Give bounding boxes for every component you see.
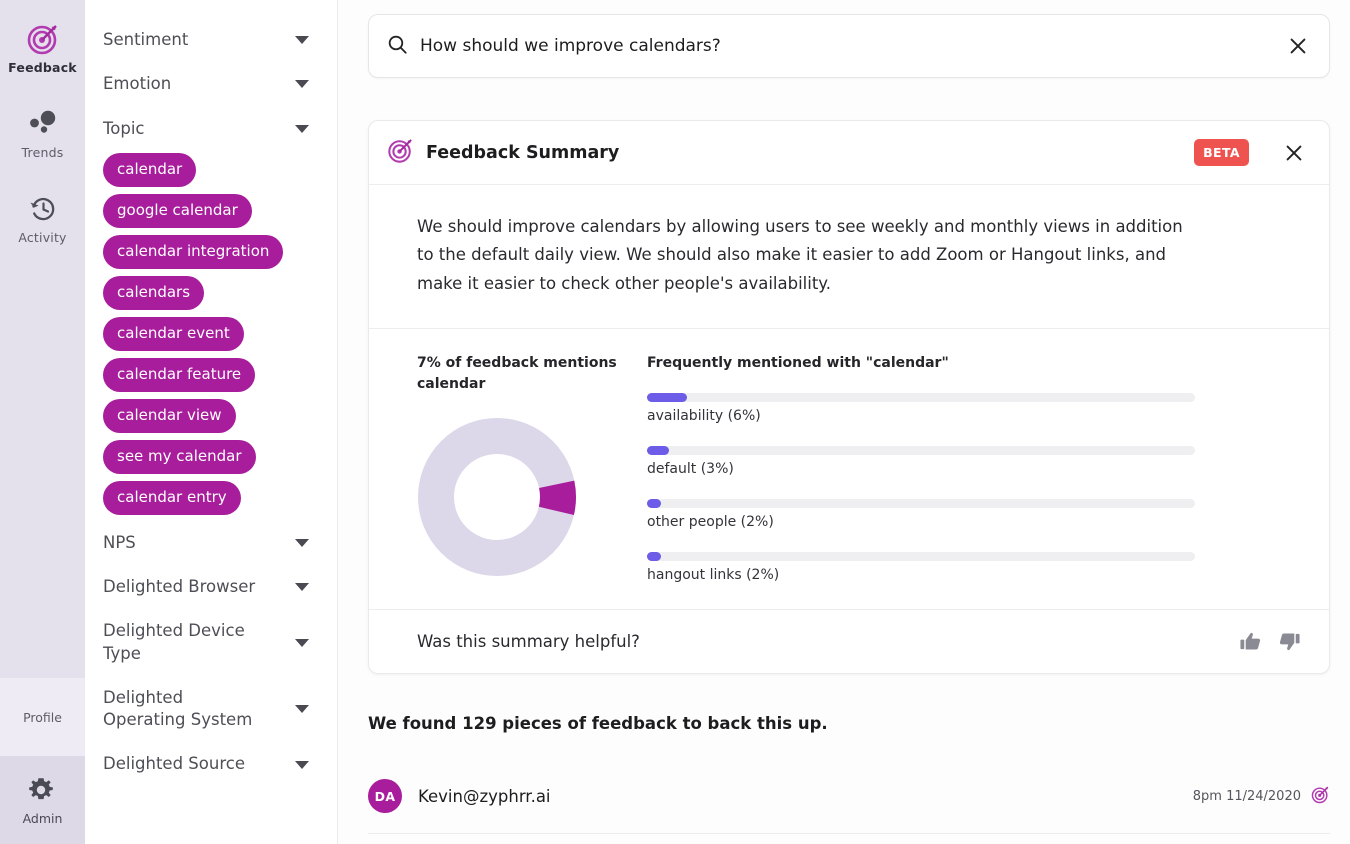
topic-tag[interactable]: calendar — [103, 153, 196, 187]
feedback-timestamp: 8pm 11/24/2020 — [1193, 789, 1301, 804]
chevron-down-icon — [295, 125, 309, 133]
target-icon — [26, 22, 60, 56]
nav-item-feedback-label: Feedback — [8, 60, 77, 75]
topic-tag[interactable]: see my calendar — [103, 440, 256, 474]
nav-item-activity[interactable]: Activity — [0, 180, 85, 251]
filter-sidebar: Sentiment Emotion Topic calendar google … — [85, 0, 338, 844]
chevron-down-icon — [295, 539, 309, 547]
topic-tag[interactable]: calendar feature — [103, 358, 255, 392]
bar-row: hangout links (2%) — [647, 552, 1299, 583]
clear-search-button[interactable] — [1287, 35, 1309, 57]
topic-tag[interactable]: calendars — [103, 276, 204, 310]
nav-item-admin[interactable]: Admin — [0, 756, 85, 844]
filter-group-delighted-source[interactable]: Delighted Source — [103, 742, 319, 786]
clock-history-icon — [26, 192, 60, 226]
donut-chart-section: 7% of feedback mentions calendar — [417, 353, 647, 583]
gear-icon — [26, 775, 60, 805]
filter-group-nps[interactable]: NPS — [103, 521, 319, 565]
bar-label: default (3%) — [647, 461, 1299, 477]
thumbs-up-button[interactable] — [1239, 630, 1262, 653]
filter-group-label: NPS — [103, 532, 136, 554]
summary-card-header: Feedback Summary BETA — [369, 121, 1329, 185]
topic-tag[interactable]: calendar entry — [103, 481, 241, 515]
nav-item-activity-label: Activity — [18, 230, 66, 245]
nav-item-profile[interactable]: Profile — [0, 678, 85, 756]
filter-group-label: Sentiment — [103, 29, 188, 51]
filter-group-label: Delighted Source — [103, 753, 245, 775]
search-bar[interactable] — [368, 14, 1330, 78]
filter-group-label: Delighted Device Type — [103, 620, 263, 665]
filter-group-sentiment[interactable]: Sentiment — [103, 18, 319, 62]
filter-group-label: Delighted Browser — [103, 576, 255, 598]
topic-tag[interactable]: calendar integration — [103, 235, 283, 269]
summary-card-title: Feedback Summary — [426, 143, 619, 163]
chevron-down-icon — [295, 639, 309, 647]
chevron-down-icon — [295, 583, 309, 591]
target-icon — [1311, 785, 1330, 808]
nav-item-admin-label: Admin — [23, 811, 63, 826]
primary-nav-rail: Feedback Trends Activity — [0, 0, 85, 844]
avatar: DA — [368, 779, 402, 813]
filter-group-label: Delighted Operating System — [103, 687, 263, 732]
filter-group-label: Emotion — [103, 73, 171, 95]
bar-track — [647, 446, 1195, 455]
bar-track — [647, 499, 1195, 508]
beta-badge[interactable]: BETA — [1194, 139, 1249, 166]
filter-group-delighted-device-type[interactable]: Delighted Device Type — [103, 609, 319, 676]
bar-fill — [647, 446, 669, 455]
donut-chart-title: 7% of feedback mentions calendar — [417, 353, 647, 395]
bar-fill — [647, 393, 687, 402]
bubbles-icon — [26, 107, 60, 141]
chevron-down-icon — [295, 761, 309, 769]
close-summary-button[interactable] — [1283, 142, 1305, 164]
feedback-author: Kevin@zyphrr.ai — [418, 787, 551, 806]
main-content: Feedback Summary BETA We should improve … — [338, 0, 1350, 844]
topic-tag-list: calendar google calendar calendar integr… — [103, 151, 319, 521]
summary-body: We should improve calendars by allowing … — [369, 185, 1329, 329]
target-icon — [387, 137, 414, 168]
bar-label: hangout links (2%) — [647, 567, 1299, 583]
bar-label: other people (2%) — [647, 514, 1299, 530]
summary-feedback-footer: Was this summary helpful? — [369, 610, 1329, 673]
feedback-meta: 8pm 11/24/2020 — [1193, 785, 1330, 808]
bar-row: other people (2%) — [647, 499, 1299, 530]
filter-group-delighted-browser[interactable]: Delighted Browser — [103, 565, 319, 609]
chevron-down-icon — [295, 36, 309, 44]
bar-chart-title: Frequently mentioned with "calendar" — [647, 355, 1299, 371]
bar-fill — [647, 499, 661, 508]
nav-item-feedback[interactable]: Feedback — [0, 10, 85, 81]
nav-item-profile-label: Profile — [23, 710, 62, 725]
thumbs-down-button[interactable] — [1278, 630, 1301, 653]
donut-chart — [417, 417, 647, 581]
bar-fill — [647, 552, 661, 561]
app-root: Feedback Trends Activity — [0, 0, 1350, 844]
search-input-wrap — [408, 36, 1287, 56]
helpful-question: Was this summary helpful? — [417, 632, 640, 651]
topic-tag[interactable]: calendar event — [103, 317, 244, 351]
chevron-down-icon — [295, 80, 309, 88]
bar-row: default (3%) — [647, 446, 1299, 477]
summary-text: We should improve calendars by allowing … — [417, 213, 1192, 298]
filter-group-emotion[interactable]: Emotion — [103, 62, 319, 106]
topic-tag[interactable]: google calendar — [103, 194, 252, 228]
summary-charts: 7% of feedback mentions calendar Frequen… — [369, 329, 1329, 610]
results-count: We found 129 pieces of feedback to back … — [368, 714, 1330, 733]
thumbs-group — [1239, 630, 1301, 653]
bar-track — [647, 393, 1195, 402]
bar-track — [647, 552, 1195, 561]
nav-item-trends-label: Trends — [22, 145, 64, 160]
bar-row: availability (6%) — [647, 393, 1299, 424]
search-icon — [387, 34, 408, 59]
bar-label: availability (6%) — [647, 408, 1299, 424]
search-input[interactable] — [420, 36, 1287, 56]
nav-item-trends[interactable]: Trends — [0, 95, 85, 166]
filter-group-delighted-operating-system[interactable]: Delighted Operating System — [103, 676, 319, 743]
filter-group-topic[interactable]: Topic — [103, 107, 319, 151]
mentions-bar-chart: Frequently mentioned with "calendar" ava… — [647, 353, 1299, 583]
feedback-row[interactable]: DA Kevin@zyphrr.ai 8pm 11/24/2020 — [368, 779, 1330, 834]
filter-group-label: Topic — [103, 118, 145, 140]
topic-tag[interactable]: calendar view — [103, 399, 236, 433]
feedback-summary-card: Feedback Summary BETA We should improve … — [368, 120, 1330, 674]
chevron-down-icon — [295, 705, 309, 713]
